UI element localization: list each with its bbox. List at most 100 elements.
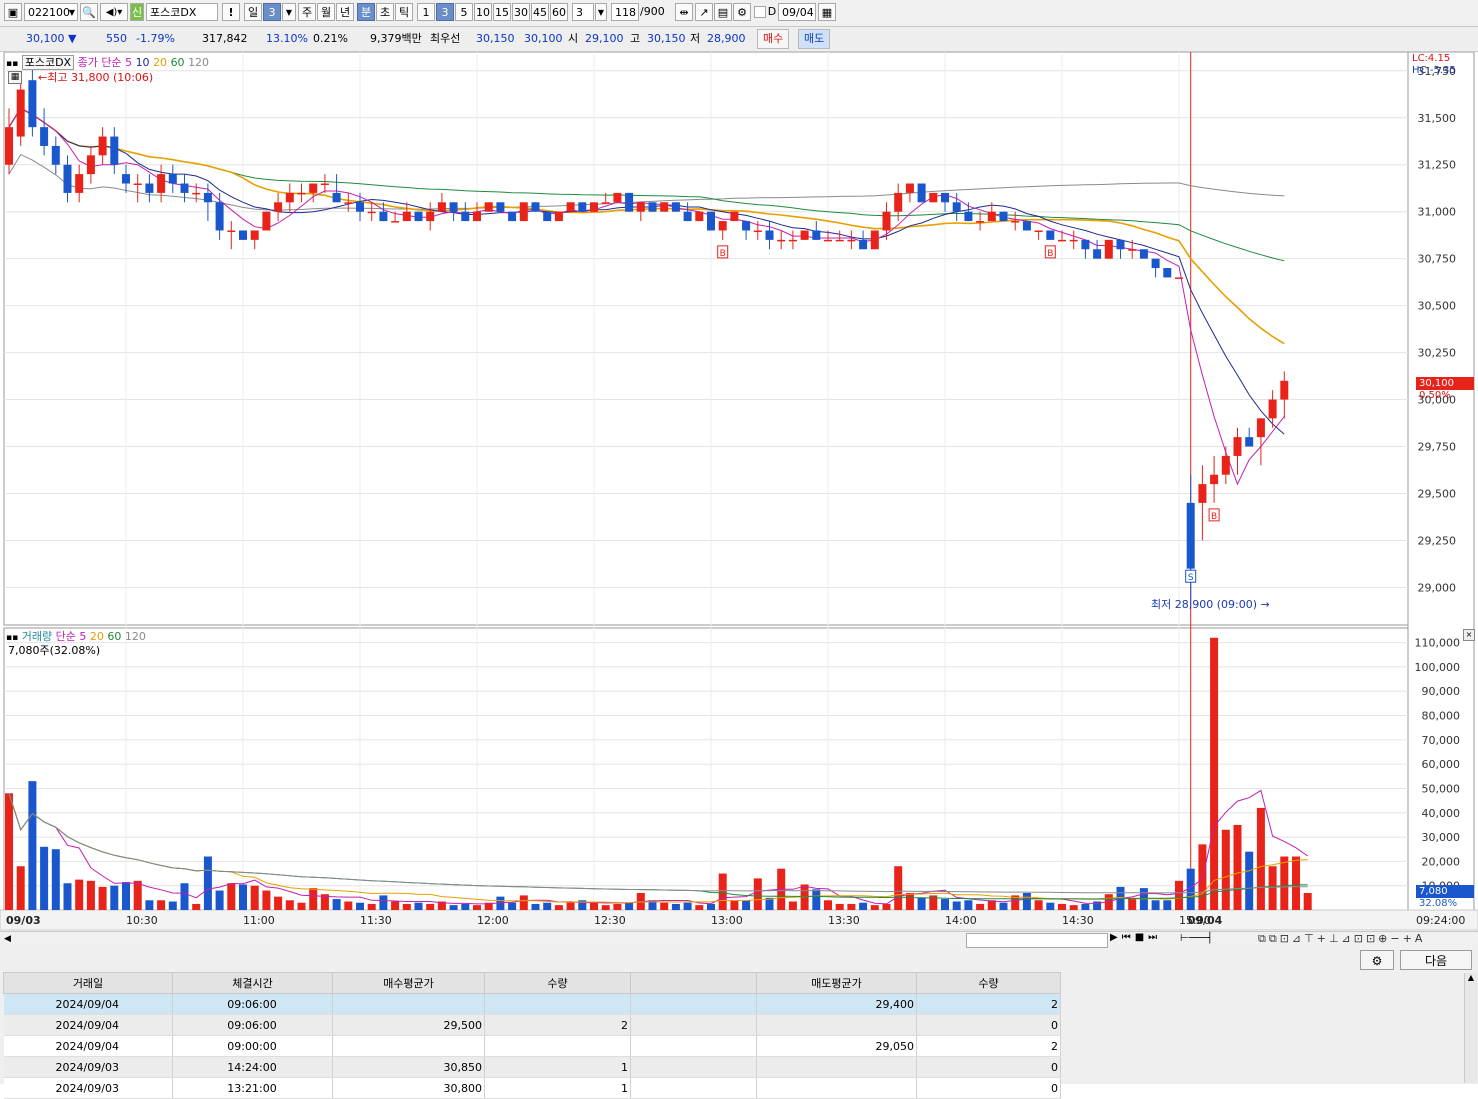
calendar-icon[interactable]: ▦ [818, 3, 836, 21]
candle-body[interactable] [285, 192, 294, 203]
candle-body[interactable] [625, 192, 634, 212]
scroll-left-icon[interactable]: ◀ [4, 934, 11, 944]
volume-bar[interactable] [63, 883, 72, 910]
volume-bar[interactable] [554, 905, 563, 910]
candle-body[interactable] [1280, 380, 1289, 400]
volume-bar[interactable] [379, 895, 388, 910]
period-week-button[interactable]: 주 [298, 3, 316, 21]
volume-bar[interactable] [75, 879, 84, 910]
col-sell-qty[interactable]: 수량 [916, 972, 1061, 994]
candle-body[interactable] [1034, 230, 1043, 232]
volume-bar[interactable] [905, 892, 914, 910]
volume-bar[interactable] [110, 885, 119, 910]
candle-body[interactable] [484, 202, 493, 212]
candle-body[interactable] [718, 221, 727, 231]
price-legend-name[interactable]: 포스코DX [21, 55, 75, 70]
candle-body[interactable] [1069, 239, 1078, 242]
candle-body[interactable] [262, 211, 271, 231]
candle-body[interactable] [426, 211, 435, 222]
volume-bar[interactable] [1175, 880, 1183, 910]
candle-body[interactable] [566, 202, 575, 212]
volume-bar[interactable] [882, 903, 891, 910]
volume-bar[interactable] [660, 902, 669, 910]
candle-body[interactable] [765, 230, 774, 240]
candle-body[interactable] [157, 174, 166, 193]
candle-body[interactable] [941, 192, 949, 203]
search-icon[interactable]: 🔍 [80, 3, 98, 21]
candle-body[interactable] [601, 202, 610, 204]
candle-body[interactable] [613, 192, 622, 203]
volume-bar[interactable] [1245, 851, 1254, 910]
candle-body[interactable] [519, 202, 528, 222]
minute-45-button[interactable]: 45 [531, 3, 549, 21]
volume-bar[interactable] [426, 903, 435, 910]
candle-body[interactable] [215, 202, 224, 231]
stock-name-field[interactable]: 포스코DX [146, 3, 218, 21]
candle-body[interactable] [964, 211, 973, 222]
volume-bar[interactable] [671, 903, 680, 910]
close-icon[interactable]: × [1463, 629, 1475, 641]
chevron-down-icon[interactable]: ▼ [69, 4, 75, 22]
candle-body[interactable] [578, 202, 587, 212]
candle-body[interactable] [1245, 437, 1254, 447]
candle-body[interactable] [660, 202, 669, 212]
candle-body[interactable] [110, 136, 119, 165]
volume-bar[interactable] [683, 902, 692, 910]
volume-bar[interactable] [157, 900, 166, 910]
volume-bar[interactable] [531, 903, 540, 910]
candle-body[interactable] [1081, 239, 1090, 250]
grid-toggle-icon[interactable]: ▦ [8, 71, 22, 84]
candle-body[interactable] [1186, 502, 1195, 569]
candle-body[interactable] [531, 202, 540, 212]
candle-body[interactable] [1139, 249, 1148, 259]
candle-body[interactable] [1022, 221, 1031, 231]
volume-bar[interactable] [297, 902, 306, 910]
candle-body[interactable] [1198, 484, 1207, 503]
volume-bar[interactable] [601, 905, 610, 910]
volume-bar[interactable] [941, 899, 949, 910]
candle-body[interactable] [590, 202, 598, 212]
volume-bar[interactable] [367, 903, 376, 910]
candle-body[interactable] [239, 230, 247, 240]
candle-body[interactable] [5, 127, 13, 165]
candle-body[interactable] [473, 211, 481, 222]
legend-handle-icon[interactable]: ▪▪ [6, 59, 18, 69]
candle-body[interactable] [1210, 474, 1219, 485]
candle-body[interactable] [976, 221, 985, 223]
candle-body[interactable] [203, 192, 212, 203]
volume-bar[interactable] [28, 781, 37, 910]
candle-body[interactable] [882, 211, 891, 231]
col-exec-time[interactable]: 체결시간 [172, 972, 333, 994]
volume-bar[interactable] [1163, 900, 1172, 910]
volume-bar[interactable] [145, 900, 154, 910]
volume-bar[interactable] [742, 900, 751, 910]
candle-body[interactable] [367, 211, 376, 214]
candle-body[interactable] [98, 136, 107, 156]
candle-body[interactable] [1151, 258, 1160, 269]
candle-body[interactable] [905, 183, 914, 193]
volume-panel[interactable] [3, 627, 1409, 911]
candle-body[interactable] [1233, 437, 1242, 456]
volume-bar[interactable] [964, 900, 973, 910]
scroll-mode-icon[interactable]: ⇹ [675, 3, 693, 21]
table-row[interactable]: 2024/09/04 09:06:00 29,500 2 0 [3, 1014, 1061, 1036]
candle-body[interactable] [402, 211, 411, 222]
volume-bar[interactable] [625, 902, 634, 910]
volume-bar[interactable] [1128, 897, 1137, 910]
candle-body[interactable] [344, 202, 353, 204]
candle-body[interactable] [999, 211, 1008, 222]
volume-bar[interactable] [999, 902, 1008, 910]
custom-minute-input[interactable]: 3 [572, 3, 594, 21]
candle-body[interactable] [730, 211, 739, 222]
candle-body[interactable] [508, 211, 517, 222]
period-second-button[interactable]: 초 [376, 3, 394, 21]
minute-10-button[interactable]: 10 [474, 3, 492, 21]
candle-body[interactable] [987, 211, 996, 222]
candle-body[interactable] [437, 202, 446, 212]
period-year-button[interactable]: 년 [336, 3, 354, 21]
minute-30-button[interactable]: 30 [512, 3, 530, 21]
candle-body[interactable] [1163, 268, 1172, 278]
candle-body[interactable] [695, 211, 704, 222]
volume-bar[interactable] [1069, 905, 1078, 910]
volume-bar[interactable] [824, 900, 832, 910]
